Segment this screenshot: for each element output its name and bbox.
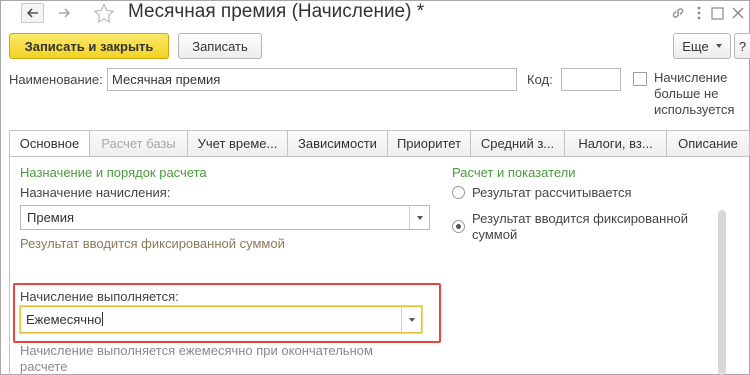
link-icon[interactable]: [669, 4, 687, 22]
tab-bar: Основное Расчет базы Учет време... Завис…: [9, 130, 750, 157]
purpose-hint: Результат вводится фиксированной суммой: [20, 236, 285, 251]
not-used-checkbox[interactable]: [633, 72, 647, 86]
tab-average-earnings[interactable]: Средний з...: [471, 130, 565, 157]
back-button[interactable]: [21, 3, 44, 23]
purpose-value: Премия: [27, 210, 75, 225]
help-button[interactable]: ?: [734, 33, 750, 59]
frequency-hint: Начисление выполняется ежемесячно при ок…: [20, 343, 373, 374]
save-button[interactable]: Записать: [178, 33, 262, 59]
name-label: Наименование:: [9, 72, 103, 87]
annotation-highlight-box: [13, 283, 441, 343]
star-icon[interactable]: [93, 3, 115, 23]
not-used-label: Начисление больше не используется: [654, 70, 735, 117]
more-label: Еще: [682, 38, 709, 54]
chevron-down-icon[interactable]: [409, 206, 429, 229]
scrollbar[interactable]: [718, 210, 726, 375]
name-field[interactable]: Месячная премия: [107, 68, 517, 91]
purpose-label: Назначение начисления:: [20, 185, 171, 200]
tab-description[interactable]: Описание: [667, 130, 750, 157]
arrow-right-icon: [58, 8, 70, 18]
more-vertical-icon[interactable]: [690, 4, 708, 22]
code-label: Код:: [527, 72, 553, 87]
maximize-icon[interactable]: [708, 4, 726, 22]
radio-fixed[interactable]: [452, 220, 465, 233]
tab-base-calc[interactable]: Расчет базы: [90, 130, 188, 157]
radio-fixed-label: Результат вводится фиксированной суммой: [472, 211, 689, 242]
tab-main[interactable]: Основное: [9, 130, 90, 157]
purpose-select[interactable]: Премия: [20, 205, 430, 230]
calc-group-title: Расчет и показатели: [452, 165, 576, 180]
code-field[interactable]: [561, 68, 621, 91]
forward-button[interactable]: [52, 3, 75, 23]
save-and-close-button[interactable]: Записать и закрыть: [9, 33, 169, 59]
chevron-down-icon: [715, 44, 722, 48]
arrow-left-icon: [26, 8, 38, 18]
purpose-group-title: Назначение и порядок расчета: [20, 165, 207, 180]
radio-calculated[interactable]: [452, 186, 465, 199]
radio-calculated-label: Результат рассчитывается: [472, 185, 632, 200]
more-button[interactable]: Еще: [673, 33, 731, 59]
tab-time-accounting[interactable]: Учет време...: [188, 130, 288, 157]
tab-taxes[interactable]: Налоги, вз...: [565, 130, 667, 157]
tab-dependencies[interactable]: Зависимости: [288, 130, 388, 157]
close-icon[interactable]: [729, 4, 747, 22]
tab-priority[interactable]: Приоритет: [388, 130, 471, 157]
page-title: Месячная премия (Начисление) *: [128, 1, 425, 22]
